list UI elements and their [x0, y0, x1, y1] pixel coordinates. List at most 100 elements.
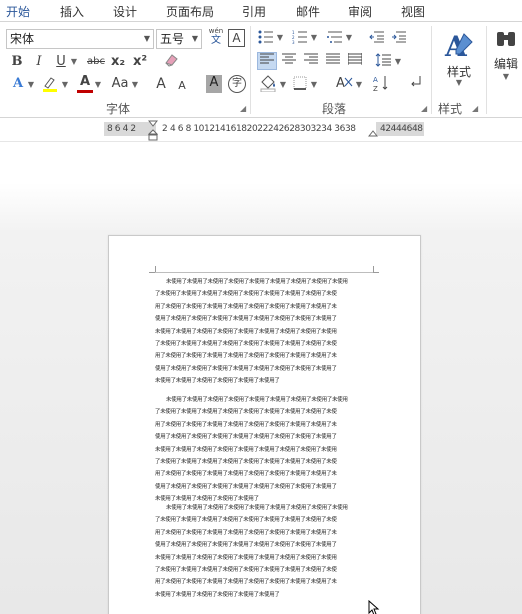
chevron-down-icon[interactable]: ▼: [279, 77, 287, 93]
phonetic-char: 文: [211, 35, 221, 46]
text-line: 了未使用了未使用了未使用了未使用了未使用了未使用了未使用了未使用了未使: [155, 409, 337, 416]
right-indent-marker-icon[interactable]: [368, 128, 378, 138]
paragraph-dialog-launcher-icon[interactable]: ◢: [421, 104, 427, 113]
text-line: 未使用了未使用了未使用了未使用了未使用了未使用了未使用了未使用了未使用: [166, 505, 348, 511]
phonetic-guide-button[interactable]: wén 文: [206, 27, 226, 49]
ribbon: 宋体 ▼ 五号 ▼ wén 文 A B I U ▼ abc x₂ x² A ▼ …: [0, 22, 522, 118]
chevron-down-icon[interactable]: ▼: [276, 30, 284, 46]
borders-button[interactable]: [292, 76, 308, 95]
text-line: 使用了未使用了未使用了未使用了未使用了未使用了未使用了未使用了未使用了: [155, 542, 337, 549]
italic-button[interactable]: I: [32, 54, 46, 70]
horizontal-ruler[interactable]: 8 6 4 2 2 4 6 8 101214161820222426283032…: [104, 120, 424, 141]
font-name-combo[interactable]: 宋体 ▼: [6, 29, 154, 49]
chevron-down-icon[interactable]: ▼: [61, 77, 69, 93]
paragraph-1[interactable]: 未使用了未使用了未使用了未使用了未使用了未使用了未使用了未使用了未使用 了未使用…: [155, 276, 373, 388]
decrease-indent-button[interactable]: [368, 30, 386, 49]
multilevel-list-button[interactable]: [326, 30, 344, 49]
change-case-button[interactable]: Aa: [110, 76, 130, 92]
styles-icon: A: [444, 30, 473, 63]
svg-text:Z: Z: [373, 85, 378, 92]
strikethrough-button[interactable]: abc: [86, 54, 106, 70]
eraser-icon: [165, 54, 178, 67]
character-shading-button[interactable]: A: [206, 75, 222, 93]
font-size-combo[interactable]: 五号 ▼: [156, 29, 202, 49]
tab-insert[interactable]: 插入: [60, 3, 84, 20]
svg-text:3: 3: [292, 40, 295, 44]
align-left-button[interactable]: [257, 52, 277, 70]
tab-review[interactable]: 审阅: [348, 3, 372, 20]
text-line: 了未使用了未使用了未使用了未使用了未使用了未使用了未使用了未使用了未使: [155, 517, 337, 524]
character-border-button[interactable]: A: [228, 29, 245, 47]
align-left-icon: [260, 53, 274, 64]
horizontal-ruler-area: 8 6 4 2 2 4 6 8 101214161820222426283032…: [0, 118, 522, 142]
bullets-button[interactable]: [258, 30, 274, 49]
indent-icon: [392, 31, 406, 43]
text-line: 未使用了未使用了未使用了未使用了未使用了未使用了未使用了未使用了未使用: [155, 328, 337, 335]
asian-layout-button[interactable]: A: [334, 74, 354, 95]
chevron-down-icon[interactable]: ▼: [131, 77, 139, 93]
document-canvas[interactable]: 未使用了未使用了未使用了未使用了未使用了未使用了未使用了未使用了未使用 了未使用…: [0, 143, 522, 614]
paragraph-2[interactable]: 未使用了未使用了未使用了未使用了未使用了未使用了未使用了未使用了未使用 了未使用…: [155, 394, 373, 506]
bold-button[interactable]: B: [10, 54, 24, 70]
show-formatting-marks-button[interactable]: [408, 74, 424, 95]
subscript-button[interactable]: x₂: [110, 54, 126, 70]
text-line: 使用了未使用了未使用了未使用了未使用了未使用了未使用了未使用了未使用了: [155, 316, 337, 323]
chevron-down-icon[interactable]: ▼: [94, 77, 102, 93]
grow-font-button[interactable]: A: [154, 76, 168, 92]
indent-marker-icon[interactable]: [148, 120, 158, 142]
line-spacing-button[interactable]: [374, 53, 392, 72]
tab-view[interactable]: 视图: [401, 3, 425, 20]
paragraph-3[interactable]: 未使用了未使用了未使用了未使用了未使用了未使用了未使用了未使用了未使用 了未使用…: [155, 502, 373, 601]
text-line: 未使用了未使用了未使用了未使用了未使用了未使用了未使用了未使用了未使用: [166, 397, 348, 403]
font-color-button[interactable]: A: [77, 74, 93, 94]
chevron-down-icon[interactable]: ▼: [27, 77, 35, 93]
enclose-characters-button[interactable]: 字: [228, 75, 246, 93]
clear-formatting-button[interactable]: [162, 52, 180, 73]
text-effects-button[interactable]: A: [10, 76, 26, 92]
chevron-down-icon[interactable]: ▼: [345, 30, 353, 46]
chevron-down-icon: ▼: [143, 34, 150, 43]
chevron-down-icon[interactable]: ▼: [310, 30, 318, 46]
document-page[interactable]: 未使用了未使用了未使用了未使用了未使用了未使用了未使用了未使用了未使用 了未使用…: [108, 235, 421, 614]
paragraph-group-label: 段落: [322, 102, 347, 116]
tab-references[interactable]: 引用: [242, 3, 266, 20]
chevron-down-icon[interactable]: ▼: [394, 54, 402, 70]
underline-button[interactable]: U: [54, 54, 68, 70]
superscript-button[interactable]: x²: [132, 54, 148, 70]
align-right-icon: [304, 53, 318, 64]
ribbon-tab-bar: 开始 插入 设计 页面布局 引用 邮件 审阅 视图: [0, 0, 522, 24]
numbering-button[interactable]: 123: [292, 30, 308, 49]
ruler-right-numbers: 42444648: [380, 124, 423, 134]
distributed-button[interactable]: [346, 53, 364, 70]
styles-dialog-launcher-icon[interactable]: ◢: [472, 104, 478, 113]
align-center-button[interactable]: [280, 53, 298, 70]
tab-page-layout[interactable]: 页面布局: [166, 3, 214, 20]
text-line: 使用了未使用了未使用了未使用了未使用了未使用了未使用了未使用了未使用了: [155, 365, 337, 372]
shading-button[interactable]: [258, 74, 278, 97]
chevron-down-icon[interactable]: ▼: [70, 54, 78, 70]
text-line: 用了未使用了未使用了未使用了未使用了未使用了未使用了未使用了未使用了未: [155, 471, 337, 478]
tab-design[interactable]: 设计: [113, 3, 137, 20]
shrink-font-button[interactable]: A: [176, 78, 188, 94]
styles-gallery-button[interactable]: A 样式 ▼: [440, 28, 478, 94]
highlight-button[interactable]: [40, 74, 60, 94]
chevron-down-icon[interactable]: ▼: [310, 77, 318, 93]
tab-home[interactable]: 开始: [3, 3, 33, 24]
tab-mailings[interactable]: 邮件: [296, 3, 320, 20]
sort-button[interactable]: AZ: [372, 74, 390, 97]
editing-button[interactable]: 编辑 ▼: [490, 28, 522, 88]
text-line: 未使用了未使用了未使用了未使用了未使用了未使用了: [155, 378, 280, 385]
font-dialog-launcher-icon[interactable]: ◢: [240, 104, 246, 113]
increase-indent-button[interactable]: [390, 30, 408, 49]
align-right-button[interactable]: [302, 53, 320, 70]
justify-button[interactable]: [324, 53, 342, 70]
editing-button-label: 编辑: [493, 57, 518, 71]
text-line: 用了未使用了未使用了未使用了未使用了未使用了未使用了未使用了未使用了未: [155, 353, 337, 360]
chevron-down-icon[interactable]: ▼: [355, 77, 363, 93]
font-color-letter: A: [79, 74, 91, 89]
borders-icon: [293, 76, 307, 90]
group-divider: [250, 26, 251, 114]
multilevel-list-icon: [327, 31, 342, 43]
svg-text:A: A: [336, 76, 345, 90]
styles-group-label: 样式: [438, 102, 463, 116]
